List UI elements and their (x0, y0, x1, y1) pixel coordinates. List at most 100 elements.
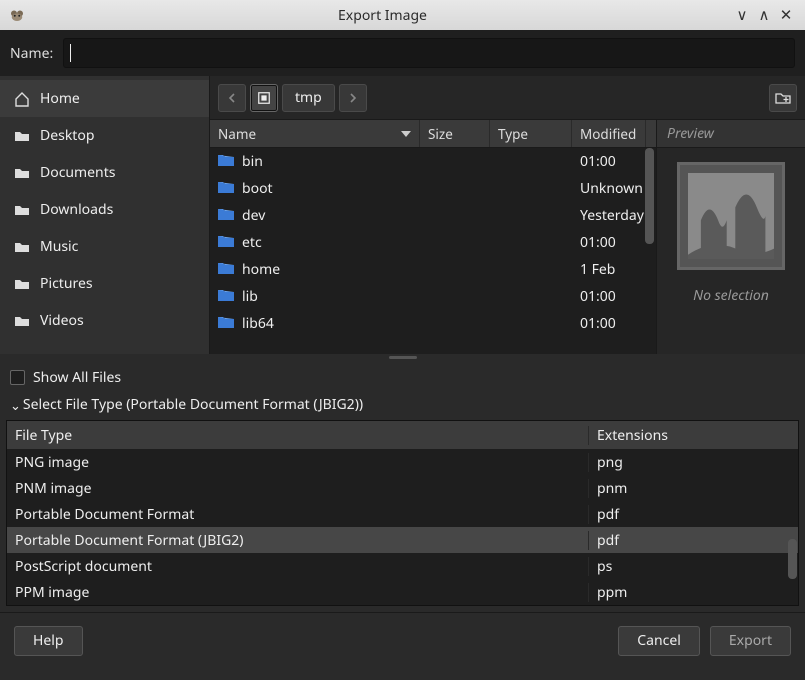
folder-icon (218, 179, 234, 198)
file-modified: Unknown (572, 179, 646, 198)
file-type-ext: ps (589, 557, 798, 576)
sidebar-item-pictures[interactable]: Pictures (0, 265, 209, 302)
folder-icon (14, 165, 30, 181)
file-modified: 01:00 (572, 152, 646, 171)
table-row[interactable]: lib64 01:00 (210, 310, 656, 337)
file-type-row[interactable]: Portable Document Format (JBIG2)pdf (7, 527, 798, 553)
help-button[interactable]: Help (14, 626, 83, 656)
file-type-row[interactable]: Portable Document Formatpdf (7, 501, 798, 527)
file-name: lib (242, 287, 258, 306)
file-modified: 01:00 (572, 233, 646, 252)
col-type[interactable]: Type (490, 120, 572, 147)
close-button[interactable]: ✕ (775, 5, 797, 25)
file-name: lib64 (242, 314, 274, 333)
show-all-files-checkbox[interactable] (10, 370, 25, 385)
file-type-ext: ppm (589, 583, 798, 602)
name-label: Name: (10, 44, 53, 63)
col-size[interactable]: Size (420, 120, 490, 147)
file-type-name: PostScript document (7, 557, 589, 576)
sidebar-item-label: Desktop (40, 126, 94, 145)
preview-status: No selection (693, 286, 769, 305)
sidebar-item-music[interactable]: Music (0, 228, 209, 265)
file-type-row[interactable]: PNG imagepng (7, 449, 798, 475)
dialog-footer: Help Cancel Export (0, 612, 805, 668)
file-modified: 01:00 (572, 287, 646, 306)
places-sidebar: Home Desktop Documents Downloads Music Pictur… (0, 76, 210, 354)
file-type-header: File Type Extensions (7, 421, 798, 449)
path-bar: tmp (210, 76, 805, 120)
table-row[interactable]: bin 01:00 (210, 148, 656, 175)
path-back-button[interactable] (218, 84, 246, 112)
folder-icon (14, 313, 30, 329)
name-row: Name: (0, 30, 805, 76)
sidebar-item-videos[interactable]: Videos (0, 302, 209, 339)
sidebar-item-home[interactable]: Home (0, 80, 209, 117)
file-name: bin (242, 152, 263, 171)
file-type-name: PPM image (7, 583, 589, 602)
file-type-name: Portable Document Format (JBIG2) (7, 531, 589, 550)
file-name: home (242, 260, 280, 279)
sidebar-item-label: Downloads (40, 200, 113, 219)
col-preview: Preview (657, 120, 805, 148)
folder-icon (14, 276, 30, 292)
col-name[interactable]: Name (210, 120, 420, 147)
table-row[interactable]: lib 01:00 (210, 283, 656, 310)
sidebar-item-downloads[interactable]: Downloads (0, 191, 209, 228)
export-dialog: Name: Home Desktop Documents Downloads Music… (0, 30, 805, 680)
file-type-ext: pdf (589, 531, 798, 550)
sidebar-item-label: Videos (40, 311, 84, 330)
type-scrollbar[interactable] (788, 539, 797, 579)
preview-pane: Preview No (657, 120, 805, 354)
home-icon (14, 91, 30, 107)
cancel-button[interactable]: Cancel (618, 626, 700, 656)
browser-main: tmp Name Size Type Modified bin 01:00 boot… (210, 76, 805, 354)
chevron-down-icon: ⌄ (10, 396, 21, 414)
new-folder-button[interactable] (769, 84, 797, 112)
file-type-expander-label: Select File Type (Portable Document Form… (23, 395, 363, 414)
file-scrollbar[interactable] (645, 148, 654, 244)
file-type-row[interactable]: PPM imageppm (7, 579, 798, 605)
file-rows[interactable]: bin 01:00 bootUnknown dev Yesterday etc 01:00 h… (210, 148, 656, 354)
folder-icon (14, 239, 30, 255)
table-row[interactable]: dev Yesterday (210, 202, 656, 229)
file-type-row[interactable]: PNM imagepnm (7, 475, 798, 501)
folder-icon (218, 152, 234, 171)
path-segment[interactable]: tmp (282, 84, 335, 112)
path-forward-button[interactable] (339, 84, 367, 112)
path-root-button[interactable] (250, 84, 278, 112)
col-extensions[interactable]: Extensions (589, 426, 798, 445)
sidebar-item-label: Music (40, 237, 78, 256)
table-row[interactable]: home 1 Feb (210, 256, 656, 283)
sidebar-item-desktop[interactable]: Desktop (0, 117, 209, 154)
sidebar-item-label: Home (40, 89, 80, 108)
export-button[interactable]: Export (710, 626, 791, 656)
titlebar: Export Image ∨ ∧ ✕ (0, 0, 805, 30)
file-type-table: File Type Extensions PNG imagepngPNM ima… (6, 420, 799, 606)
file-name: etc (242, 233, 262, 252)
file-modified: 01:00 (572, 314, 646, 333)
file-type-row[interactable]: PostScript documentps (7, 553, 798, 579)
sidebar-item-label: Pictures (40, 274, 93, 293)
sidebar-item-documents[interactable]: Documents (0, 154, 209, 191)
options: Show All Files ⌄ Select File Type (Porta… (0, 360, 805, 420)
folder-icon (14, 128, 30, 144)
file-type-ext: png (589, 453, 798, 472)
col-modified[interactable]: Modified (572, 120, 646, 147)
sort-desc-icon (401, 131, 411, 137)
maximize-button[interactable]: ∧ (753, 5, 775, 25)
show-all-files-label: Show All Files (33, 368, 121, 387)
file-modified: 1 Feb (572, 260, 646, 279)
file-modified: Yesterday (572, 206, 646, 225)
file-type-rows[interactable]: PNG imagepngPNM imagepnmPortable Documen… (7, 449, 798, 605)
file-type-expander[interactable]: ⌄ Select File Type (Portable Document Fo… (10, 391, 795, 418)
file-name: dev (242, 206, 265, 225)
table-row[interactable]: bootUnknown (210, 175, 656, 202)
name-input[interactable] (63, 38, 795, 68)
minimize-button[interactable]: ∨ (731, 5, 753, 25)
file-type-ext: pdf (589, 505, 798, 524)
table-row[interactable]: etc 01:00 (210, 229, 656, 256)
col-file-type[interactable]: File Type (7, 426, 589, 445)
folder-icon (218, 233, 234, 252)
file-type-name: PNM image (7, 479, 589, 498)
app-icon (8, 6, 26, 24)
